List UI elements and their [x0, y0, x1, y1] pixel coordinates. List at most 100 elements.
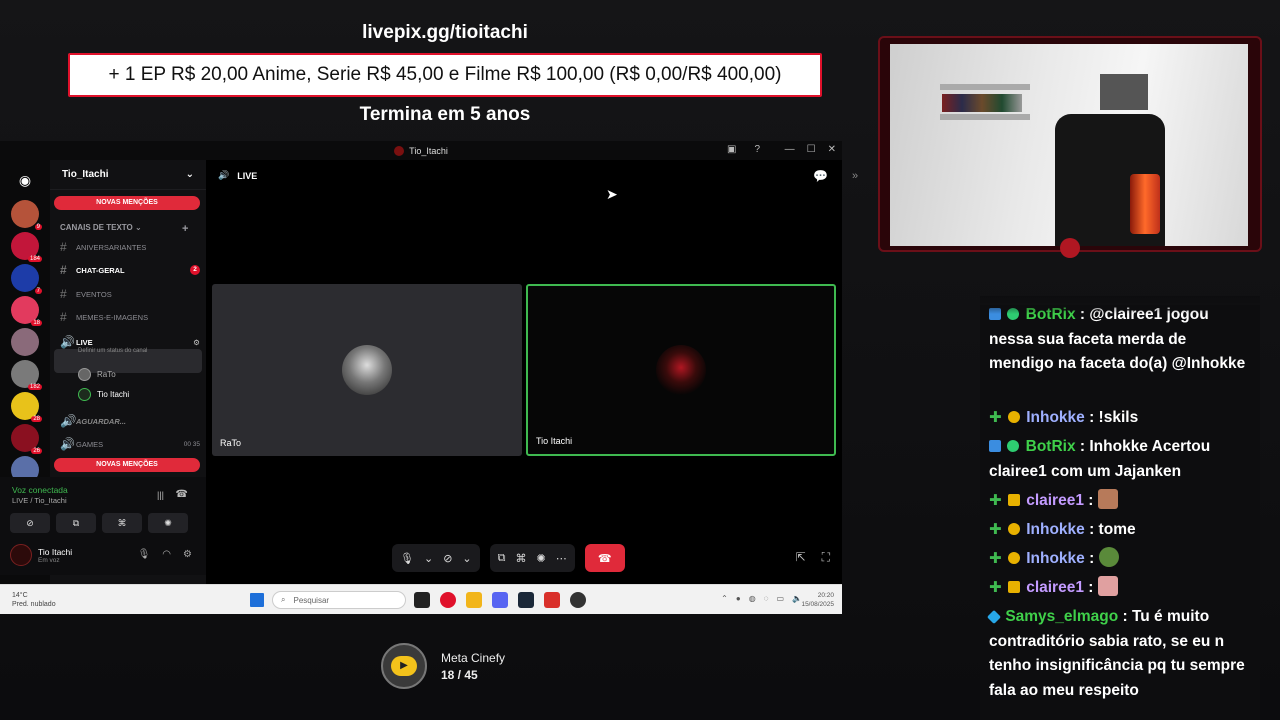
fullscreen-icon[interactable]: ⛶ — [822, 550, 830, 565]
channel-item[interactable]: # MEMES-E-IMAGENS — [60, 310, 200, 324]
server-name: Tio_Itachi — [62, 169, 109, 180]
activity-button[interactable]: ⌘ — [102, 513, 142, 533]
camera-off-icon[interactable]: ⊘ — [443, 552, 452, 565]
chat-bubble-icon[interactable]: 💬 — [813, 169, 828, 183]
server-icon[interactable]: 184 — [11, 232, 42, 262]
tray-icon[interactable]: ● — [736, 594, 741, 603]
server-icon[interactable]: 28 — [11, 392, 42, 422]
gem-badge-icon — [986, 609, 1002, 625]
server-icon[interactable] — [11, 328, 39, 356]
headphones-icon[interactable]: ◠ — [162, 549, 171, 560]
leave-call-button[interactable]: ☎ — [584, 544, 625, 572]
chat-username[interactable]: Inhokke — [1026, 550, 1085, 567]
microphone-icon[interactable]: 🎙 — [400, 552, 414, 565]
maximize-button[interactable]: ☐ — [807, 144, 816, 155]
chat-username[interactable]: Samys_elmago — [1005, 608, 1118, 625]
discord-window[interactable]: Tio_Itachi ▣ ? — ☐ ✕ ◉ 9 184 7 18 182 28… — [0, 141, 858, 614]
app-icon[interactable] — [544, 592, 560, 608]
participant-tile-speaking[interactable]: Tio Itachi — [526, 284, 836, 456]
voice-channel-item[interactable]: 🔊 GAMES 00 35 — [60, 437, 200, 451]
voice-channel-label[interactable]: 🔊 LIVE ⚙ — [60, 335, 200, 349]
popout-icon[interactable]: ⇱ — [796, 550, 806, 565]
channel-category[interactable]: CANAIS DE TEXTO ⌄ + — [60, 223, 188, 235]
server-icon[interactable]: 26 — [11, 424, 42, 454]
verified-badge-icon — [1007, 440, 1020, 452]
discord-home-icon[interactable]: ◉ — [11, 166, 39, 194]
taskbar-search[interactable]: ⌕ Pesquisar — [272, 591, 406, 609]
activity-controls: ⧉ ⌘ ✺ ⋯ — [489, 544, 575, 572]
chat-username[interactable]: Inhokke — [1026, 409, 1085, 426]
server-header[interactable]: Tio_Itachi ⌄ — [50, 160, 206, 190]
chat-text: : !skils — [1089, 409, 1139, 426]
chevron-up-icon[interactable]: ⌃ — [721, 594, 728, 603]
microphone-icon[interactable]: 🎙 — [138, 549, 151, 560]
chevron-down-icon[interactable]: ⌄ — [424, 552, 433, 565]
chevron-right-icon[interactable]: » — [852, 170, 858, 182]
channel-item[interactable]: # ANIVERSARIANTES — [60, 240, 200, 254]
noise-suppression-icon[interactable]: ||| — [157, 490, 164, 500]
tray-icon[interactable]: ◍ — [749, 594, 756, 603]
app-icon[interactable] — [414, 592, 430, 608]
chat-username[interactable]: BotRix — [1026, 438, 1076, 455]
voice-user[interactable]: Tio Itachi — [78, 388, 129, 401]
voice-channel-item[interactable]: 🔊 AGUARDAR... — [60, 414, 200, 428]
steam-icon[interactable] — [518, 592, 534, 608]
server-icon[interactable]: 7 — [11, 264, 42, 294]
app-icon[interactable] — [570, 592, 586, 608]
more-options-icon[interactable]: ⋯ — [556, 552, 567, 565]
new-mentions-button[interactable]: NOVAS MENÇÕES — [54, 458, 200, 472]
help-icon[interactable]: ? — [754, 144, 760, 155]
chat-message: BotRix : @clairee1 jogou nessa sua facet… — [989, 305, 1253, 377]
chat-username[interactable]: clairee1 — [1026, 492, 1084, 509]
current-user[interactable]: Tio Itachi Em voz — [10, 544, 72, 566]
screen-share-button[interactable]: ⧉ — [56, 513, 96, 533]
livepix-url: livepix.gg/tioitachi — [362, 22, 528, 43]
stream-overlay: livepix.gg/tioitachi + 1 EP R$ 20,00 Ani… — [0, 0, 1280, 720]
close-button[interactable]: ✕ — [828, 144, 836, 155]
taskbar-clock[interactable]: 20:20 15/08/2025 — [801, 591, 834, 609]
chat-username[interactable]: Inhokke — [1026, 521, 1085, 538]
chat-username[interactable]: clairee1 — [1026, 579, 1084, 596]
minimize-button[interactable]: — — [785, 144, 795, 155]
weather-widget[interactable]: 14°C Pred. nublado — [12, 591, 56, 609]
chat-text: : tome — [1089, 521, 1136, 538]
avatar — [10, 544, 32, 566]
goal-ends-text: Termina em 5 anos — [359, 104, 531, 125]
opera-icon[interactable] — [440, 592, 456, 608]
voice-connected-status[interactable]: Voz conectada — [12, 485, 68, 495]
webcam-shelf — [940, 114, 1030, 120]
gamepad-icon[interactable]: ⌘ — [515, 552, 526, 565]
soundboard-button[interactable]: ✺ — [148, 513, 188, 533]
settings-gear-icon[interactable]: ⚙ — [183, 549, 192, 560]
server-icon[interactable]: 182 — [11, 360, 42, 390]
chat-text: : — [1089, 550, 1095, 567]
voice-stage: 🔊 LIVE 💬 » ➤ RaTo Tio Itachi 🎙 ⌄ ⊘ ⌄ ⧉ ⌘… — [206, 160, 858, 594]
channel-settings-icon[interactable]: ⚙ — [193, 338, 200, 347]
participant-tile[interactable]: RaTo — [212, 284, 522, 456]
soundboard-icon[interactable]: ✺ — [536, 552, 545, 565]
screen-share-icon[interactable]: ⧉ — [498, 552, 506, 565]
voice-user[interactable]: RaTo — [78, 368, 116, 381]
server-icon[interactable]: 18 — [11, 296, 42, 326]
speaker-icon: 🔊 — [60, 437, 75, 451]
new-mentions-button[interactable]: NOVAS MENÇÕES — [54, 196, 200, 210]
chevron-down-icon[interactable]: ⌄ — [462, 552, 471, 565]
start-button[interactable] — [250, 593, 264, 607]
tray-icon[interactable]: ◌ — [764, 594, 769, 603]
channel-item[interactable]: # EVENTOS — [60, 287, 200, 301]
disconnect-icon[interactable]: ☎ — [176, 489, 188, 500]
server-icon[interactable]: 9 — [11, 200, 42, 230]
channel-item[interactable]: # CHAT-GERAL 2 — [60, 263, 200, 277]
camera-toggle-button[interactable]: ⊘ — [10, 513, 50, 533]
tray-icon[interactable]: ▭ — [776, 594, 784, 603]
voice-channel-path[interactable]: LIVE / Tio_Itachi — [12, 496, 67, 505]
discord-icon[interactable] — [492, 592, 508, 608]
add-channel-icon[interactable]: + — [182, 223, 188, 235]
window-titlebar[interactable]: Tio_Itachi ▣ ? — ☐ ✕ — [0, 141, 842, 160]
inbox-icon[interactable]: ▣ — [727, 144, 736, 155]
folder-icon[interactable] — [466, 592, 482, 608]
server-icon — [394, 145, 405, 156]
channel-status-hint[interactable]: Definir um status do canal — [78, 348, 147, 354]
system-tray[interactable]: ⌃ ● ◍ ◌ ▭ 🔈 — [721, 594, 802, 603]
call-controls: 🎙 ⌄ ⊘ ⌄ ⧉ ⌘ ✺ ⋯ ☎ — [392, 544, 625, 572]
